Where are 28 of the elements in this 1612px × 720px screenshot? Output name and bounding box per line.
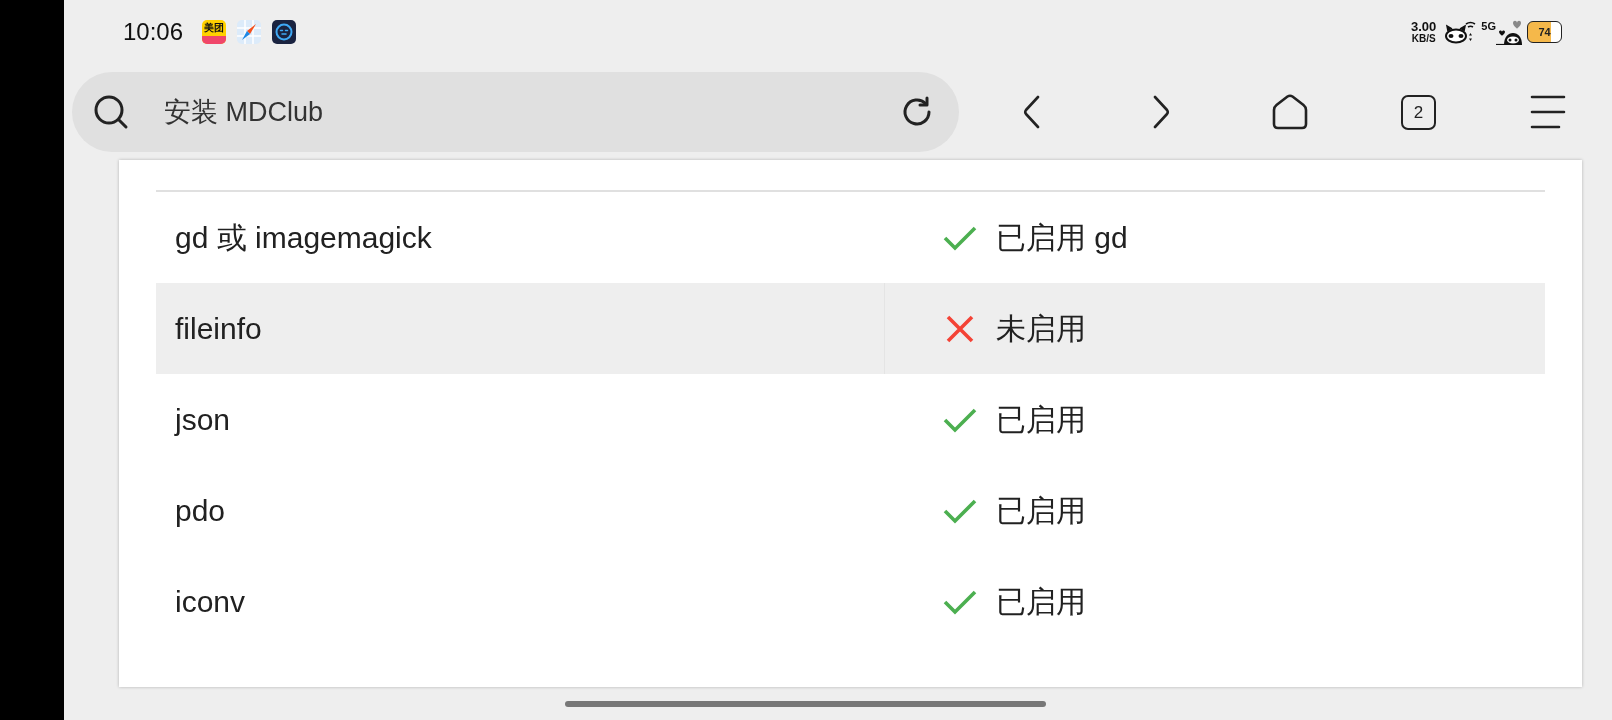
home-icon	[1271, 94, 1308, 130]
status-text: 已启用	[996, 584, 1086, 620]
compass-icon	[237, 20, 262, 44]
tabs-button[interactable]: 2	[1401, 94, 1436, 130]
extension-name: gd 或 imagemagick	[175, 220, 432, 256]
extension-name: fileinfo	[175, 311, 262, 347]
status-text: 已启用	[996, 402, 1086, 438]
status-text: 未启用	[996, 311, 1086, 347]
status-text: 已启用 gd	[996, 220, 1128, 256]
extension-name: iconv	[175, 584, 246, 620]
address-bar[interactable]: 安装 MDClub	[72, 72, 959, 152]
wifi-icon	[1444, 19, 1477, 45]
menu-icon	[1529, 95, 1566, 129]
network-type-label: 5G	[1481, 21, 1496, 32]
clock-time: 10:06	[123, 17, 184, 47]
chevron-left-icon	[1022, 95, 1041, 129]
battery-indicator: 74	[1527, 21, 1562, 43]
search-icon	[93, 94, 129, 130]
status-text: 已启用	[996, 493, 1086, 529]
address-field[interactable]: 安装 MDClub	[164, 90, 897, 134]
chevron-right-icon	[1151, 95, 1170, 129]
network-speed-unit: KB/S	[1411, 33, 1436, 44]
extension-name: json	[175, 402, 231, 438]
app-icon: 美团	[202, 20, 227, 44]
network-speed-value: 3.00	[1411, 20, 1437, 33]
chat-face-icon	[272, 20, 297, 44]
extension-name: pdo	[175, 493, 226, 529]
signal-icon	[1496, 19, 1522, 45]
